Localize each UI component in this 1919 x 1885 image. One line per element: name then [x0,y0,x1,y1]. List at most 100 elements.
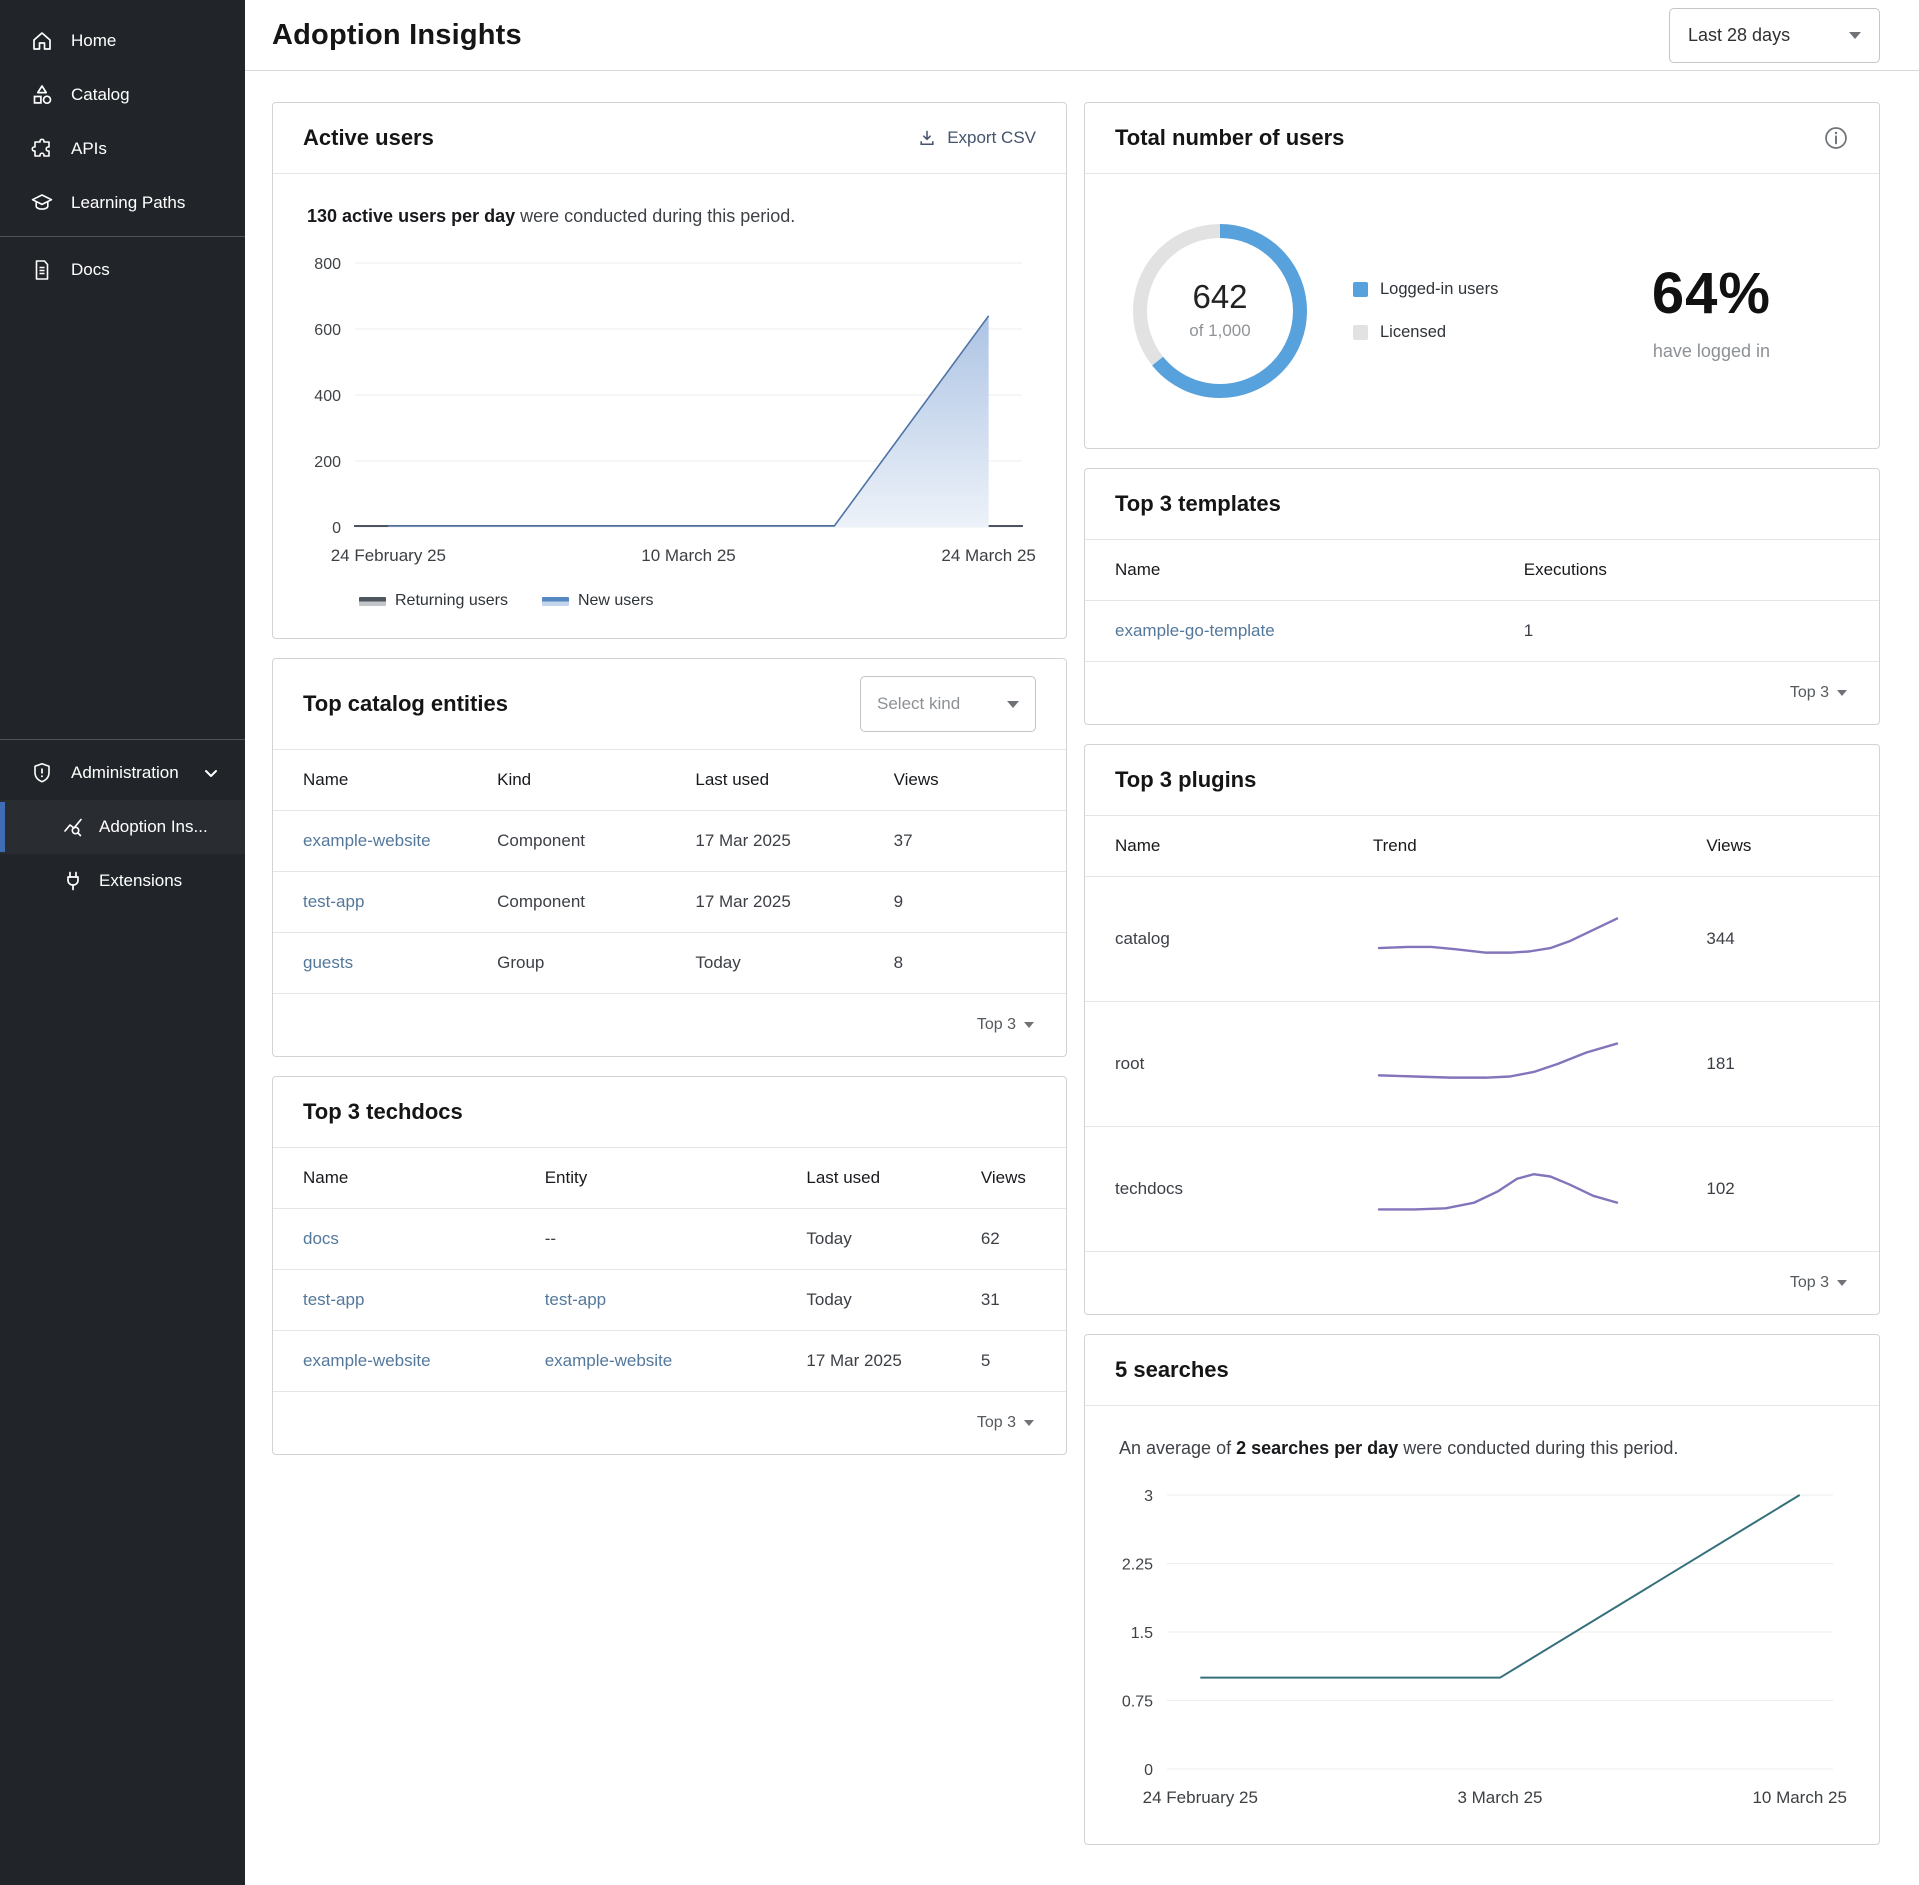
adoption-insights-page: Home Catalog APIs Learning Paths Docs Ad… [0,0,1919,1885]
column-header: Views [971,1148,1066,1209]
card-title: Top catalog entities [303,691,508,717]
sidebar-item-label: Extensions [99,871,182,891]
entity-link[interactable]: test-app [545,1290,606,1309]
svg-text:24 February 25: 24 February 25 [1143,1788,1258,1807]
top3-dropdown[interactable]: Top 3 [1085,1252,1879,1314]
table-row: guests Group Today 8 [273,933,1066,994]
searches-summary: An average of 2 searches per day were co… [1115,1432,1849,1481]
sidebar-item-label: Learning Paths [71,193,185,213]
sidebar-item-docs[interactable]: Docs [0,243,245,297]
svg-text:3 March 25: 3 March 25 [1457,1788,1542,1807]
docs-icon [30,258,54,282]
sidebar-item-apis[interactable]: APIs [0,122,245,176]
svg-text:10 March 25: 10 March 25 [1752,1788,1847,1807]
dashboard-grid: Active users Export CSV 130 active users… [245,71,1919,1885]
svg-text:3: 3 [1144,1488,1153,1505]
column-header: Executions [1514,540,1879,601]
new-users-swatch [542,597,569,606]
templates-table: Name Executions example-go-template 1 [1085,540,1879,662]
sidebar-item-label: Docs [71,260,110,280]
techdoc-link[interactable]: example-website [303,1351,431,1370]
logged-in-swatch [1353,282,1368,297]
table-row: example-go-template 1 [1085,601,1879,662]
entity-link[interactable]: example-website [303,831,431,850]
column-header: Trend [1363,816,1696,877]
card-title: Top 3 templates [1115,491,1281,517]
top3-dropdown[interactable]: Top 3 [1085,662,1879,724]
trend-sparkline [1373,1157,1623,1221]
column-header: Last used [685,750,883,811]
column-header: Views [884,750,1066,811]
top-plugins-card: Top 3 plugins Name Trend Views catalog [1084,744,1880,1315]
info-icon[interactable] [1823,125,1849,151]
total-users-body: 642 of 1,000 Logged-in users Licensed [1085,174,1879,448]
date-range-value: Last 28 days [1688,25,1790,46]
table-row: root 181 [1085,1002,1879,1127]
svg-text:24 March 25: 24 March 25 [941,546,1036,565]
sidebar-divider [0,739,245,740]
caret-down-icon [1837,690,1847,696]
left-column: Active users Export CSV 130 active users… [272,102,1067,1455]
plugins-table: Name Trend Views catalog 344 root [1085,816,1879,1252]
svg-text:2.25: 2.25 [1122,1557,1153,1574]
active-users-summary: 130 active users per day were conducted … [303,200,1036,249]
kind-select[interactable]: Select kind [860,676,1036,732]
sidebar-item-label: Home [71,31,116,51]
column-header: Entity [535,1148,797,1209]
download-icon [917,128,937,148]
top-techdocs-card: Top 3 techdocs Name Entity Last used Vie… [272,1076,1067,1455]
searches-card: 5 searches An average of 2 searches per … [1084,1334,1880,1845]
caret-down-icon [1024,1420,1034,1426]
trend-sparkline [1373,907,1623,971]
table-row: test-app test-app Today 31 [273,1270,1066,1331]
date-range-select[interactable]: Last 28 days [1669,8,1880,63]
table-row: test-app Component 17 Mar 2025 9 [273,872,1066,933]
legend-item-licensed: Licensed [1353,323,1498,342]
svg-text:600: 600 [314,322,341,339]
legend-item-returning-users: Returning users [359,592,508,610]
caret-down-icon [1007,701,1019,708]
sidebar-item-label: APIs [71,139,107,159]
users-donut-chart: 642 of 1,000 [1125,216,1315,406]
export-csv-label: Export CSV [947,128,1036,148]
active-users-legend: Returning users New users [303,584,1036,620]
legend-item-new-users: New users [542,592,654,610]
svg-text:200: 200 [314,454,341,471]
caret-down-icon [1837,1280,1847,1286]
top3-dropdown[interactable]: Top 3 [273,1392,1066,1454]
column-header: Name [273,1148,535,1209]
techdoc-link[interactable]: test-app [303,1290,364,1309]
column-header: Name [1085,816,1363,877]
sidebar-item-label: Catalog [71,85,130,105]
entity-link[interactable]: example-website [545,1351,673,1370]
entity-link[interactable]: guests [303,953,353,972]
sidebar-item-administration[interactable]: Administration [0,746,245,800]
sidebar-item-catalog[interactable]: Catalog [0,68,245,122]
kind-select-placeholder: Select kind [877,694,960,714]
export-csv-button[interactable]: Export CSV [917,128,1036,148]
svg-text:800: 800 [314,256,341,273]
table-row: docs -- Today 62 [273,1209,1066,1270]
svg-text:0.75: 0.75 [1122,1694,1153,1711]
template-link[interactable]: example-go-template [1115,621,1275,640]
shield-icon [30,761,54,785]
sidebar-item-label: Adoption Ins... [99,817,208,837]
column-header: Views [1696,816,1879,877]
adoption-insights-icon [61,815,85,839]
sidebar-item-home[interactable]: Home [0,14,245,68]
entity-link[interactable]: test-app [303,892,364,911]
sidebar-item-extensions[interactable]: Extensions [0,854,245,908]
trend-sparkline [1373,1032,1623,1096]
sidebar: Home Catalog APIs Learning Paths Docs Ad… [0,0,245,1885]
legend-item-logged-in: Logged-in users [1353,280,1498,299]
caret-down-icon [1024,1022,1034,1028]
sidebar-item-label: Administration [71,763,179,783]
sidebar-item-learning-paths[interactable]: Learning Paths [0,176,245,230]
techdoc-link[interactable]: docs [303,1229,339,1248]
top3-dropdown[interactable]: Top 3 [273,994,1066,1056]
svg-text:400: 400 [314,388,341,405]
sidebar-item-adoption-insights[interactable]: Adoption Ins... [0,800,245,854]
percent-subtext: have logged in [1652,341,1771,362]
searches-chart: 32.251.50.75024 February 253 March 2510 … [1115,1481,1847,1821]
column-header: Name [273,750,487,811]
